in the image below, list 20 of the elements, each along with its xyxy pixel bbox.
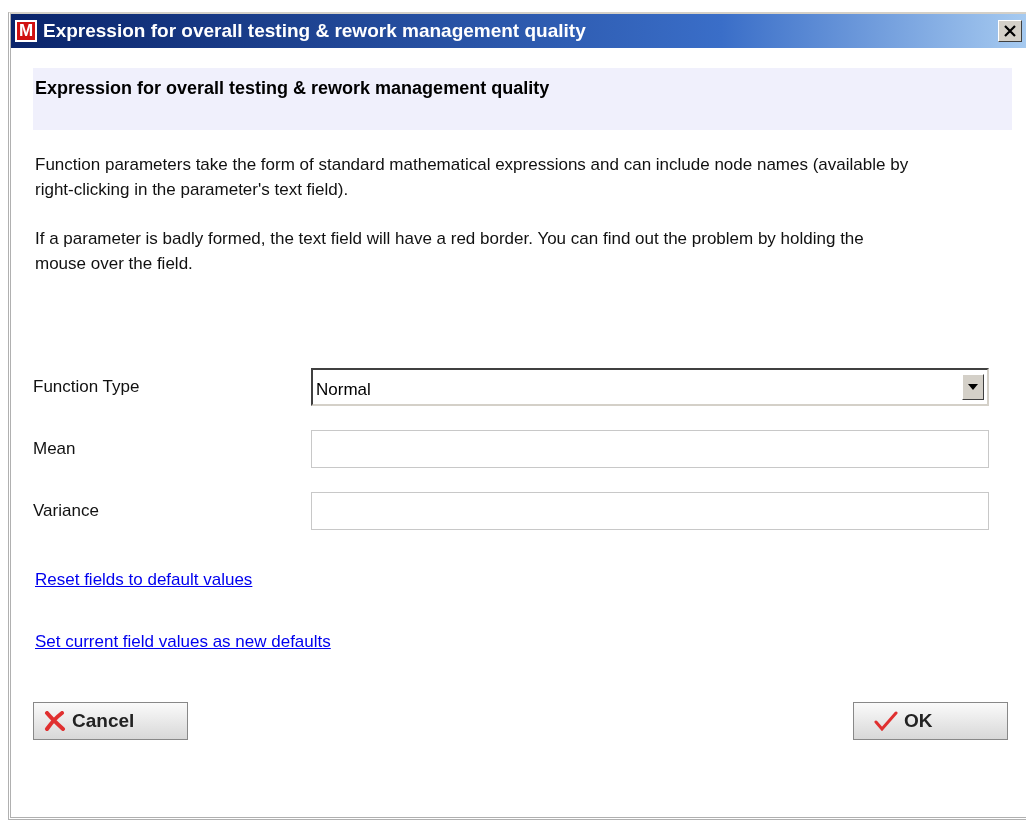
function-type-dropdown[interactable]: Normal: [311, 368, 989, 406]
input-field[interactable]: [311, 430, 989, 468]
field-label: Variance: [33, 501, 100, 521]
link[interactable]: Set current field values as new defaults: [35, 632, 331, 652]
dropdown-arrow-icon: [968, 384, 978, 390]
field-label: Function Type: [33, 377, 141, 397]
cancel-button[interactable]: Cancel: [33, 702, 188, 740]
input-field[interactable]: [311, 492, 989, 530]
instruction-text: Function parameters take the form of standard mathematical expressions and can include node names (available by right-clicking in the parameter's text field).: [35, 154, 910, 201]
header-title: Expression for overall testing & rework management quality: [33, 68, 1012, 130]
field-label: Mean: [33, 439, 77, 459]
cross-icon: [44, 711, 66, 731]
checkmark-icon: [874, 711, 898, 731]
instruction-text: If a parameter is badly formed, the text field will have a red border. You can find out the problem by holding the mouse over the field.: [35, 228, 865, 275]
app-logo-icon: M: [15, 20, 37, 42]
ok-button[interactable]: OK: [853, 702, 1008, 740]
window-title: Expression for overall testing & rework management quality: [43, 20, 587, 42]
link[interactable]: Reset fields to default values: [35, 570, 253, 590]
close-icon: [1003, 25, 1017, 37]
close-button[interactable]: [998, 20, 1022, 42]
